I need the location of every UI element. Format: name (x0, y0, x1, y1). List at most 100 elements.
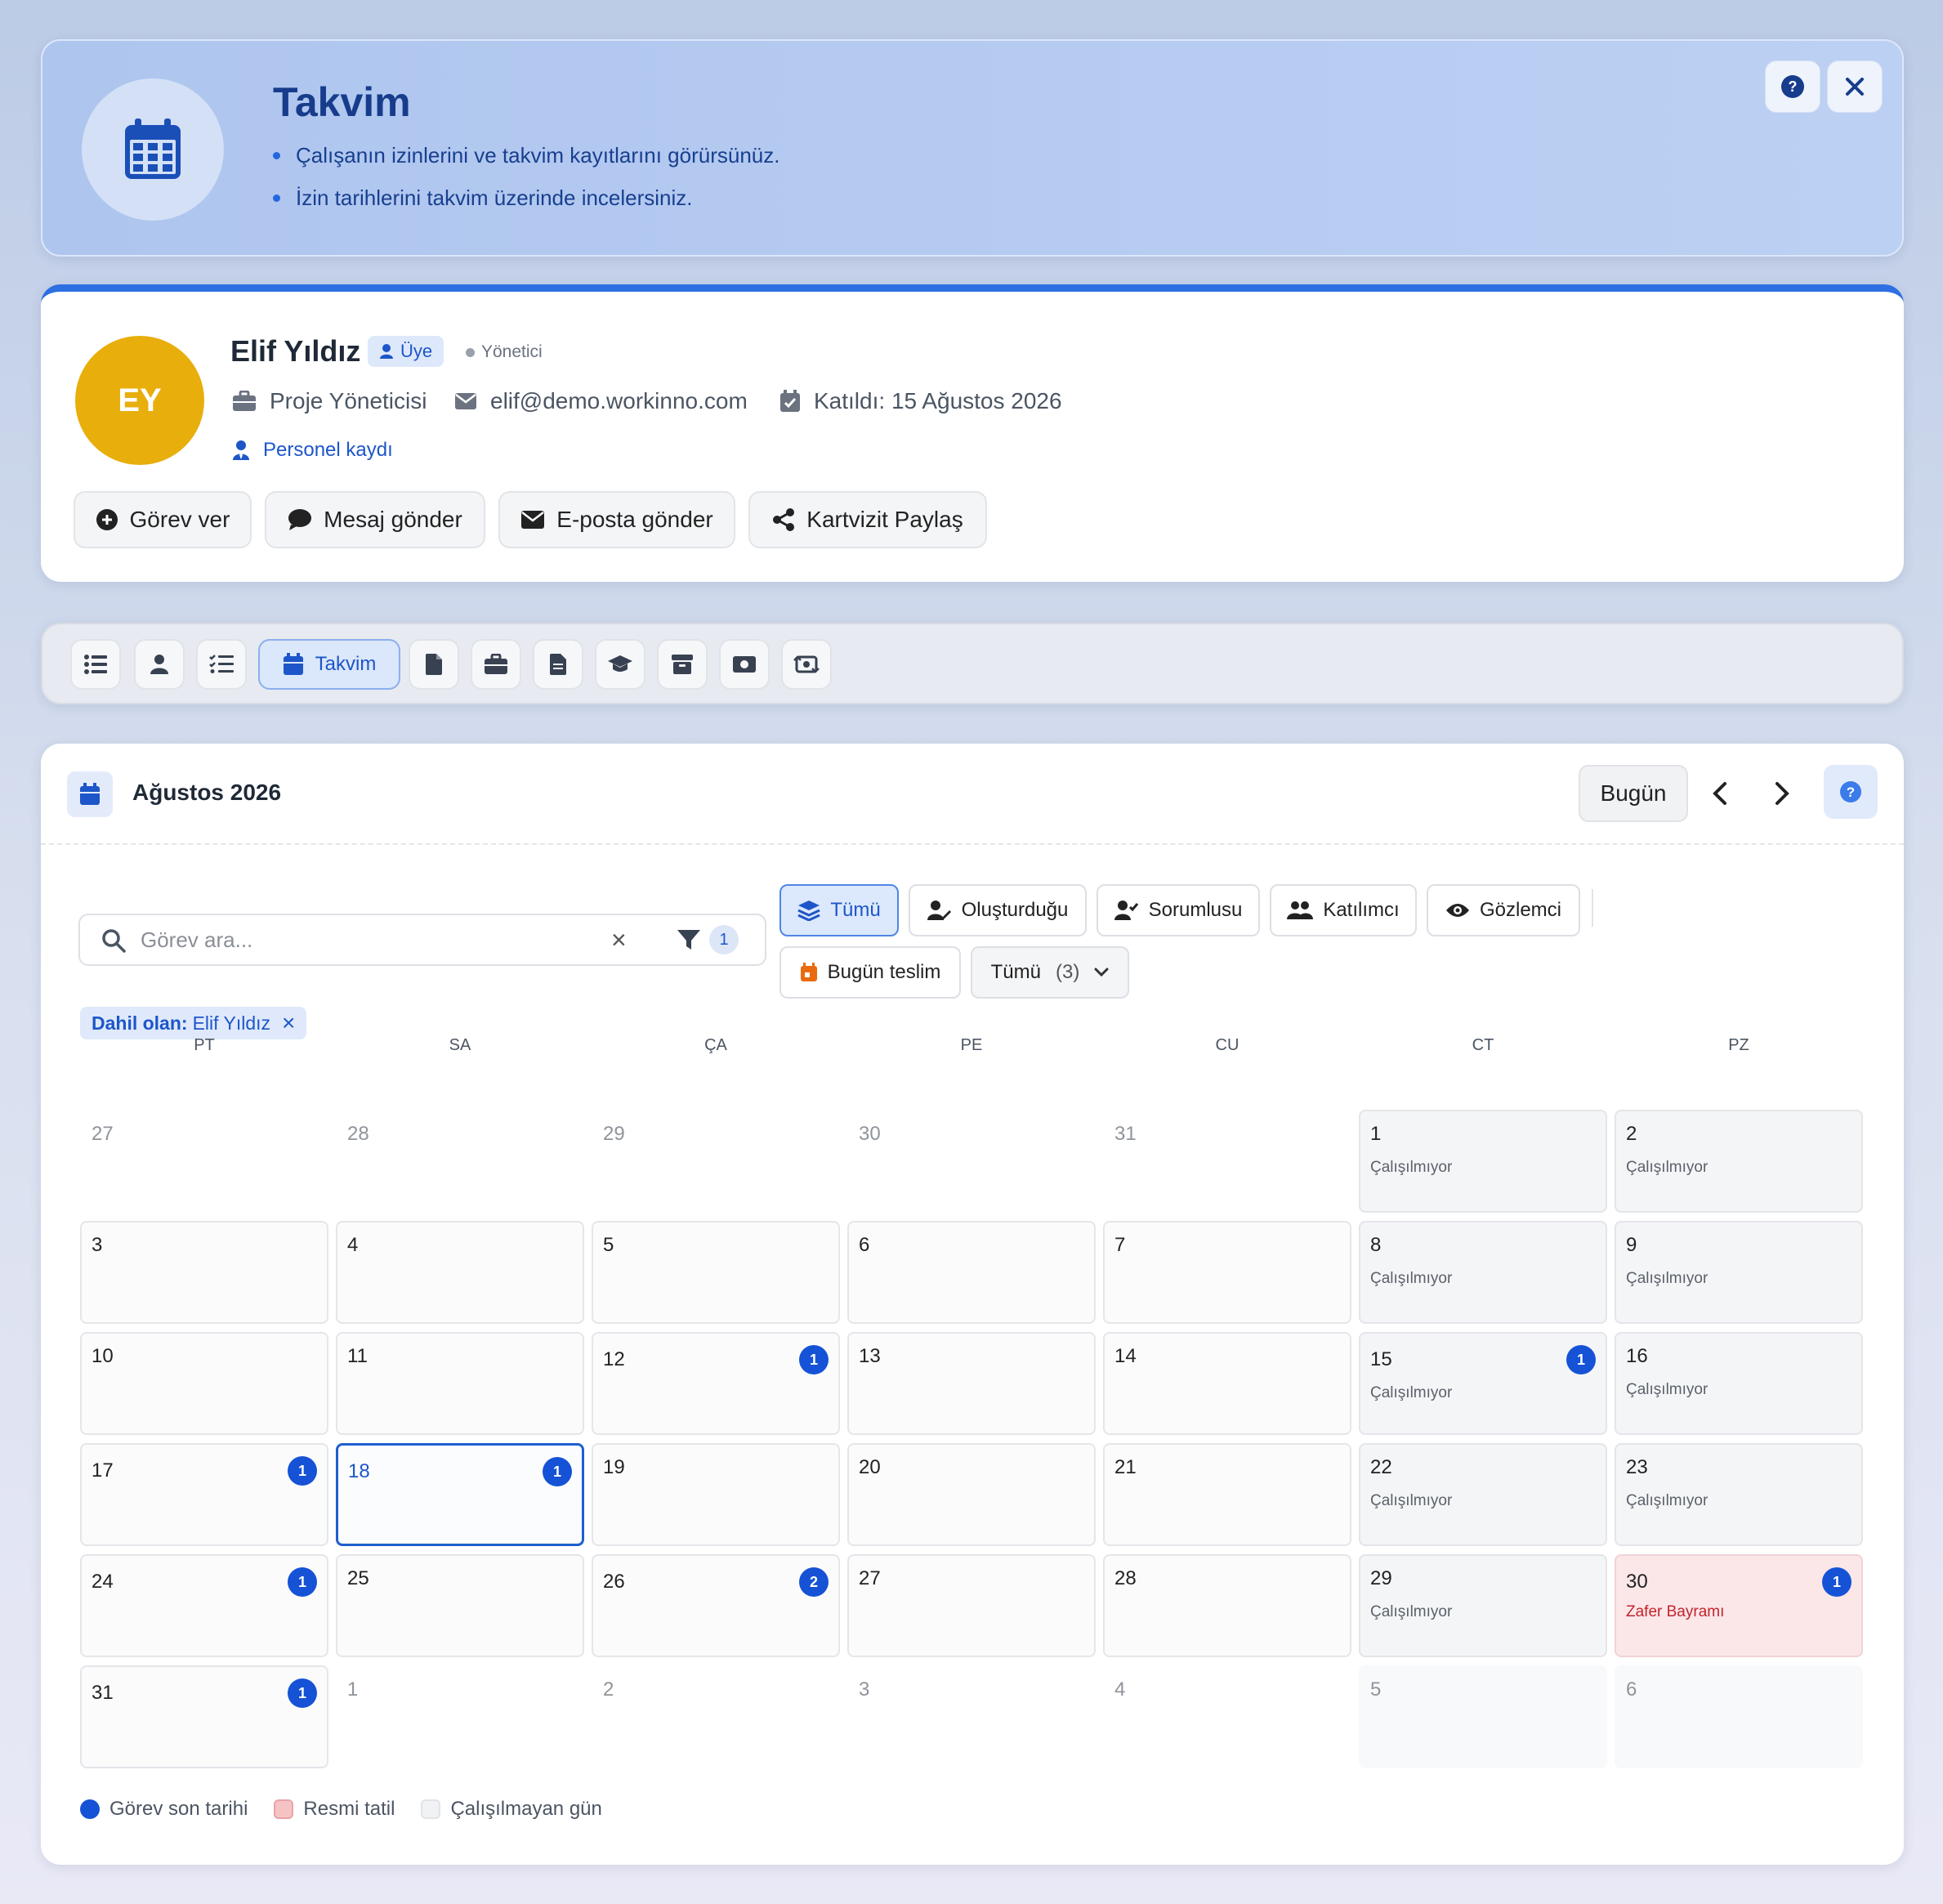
day-number: 1 (1370, 1123, 1382, 1145)
calendar-day[interactable]: 1 (336, 1665, 584, 1768)
clear-search-button[interactable]: × (611, 925, 627, 954)
calendar-day[interactable]: 15 Çalışılmıyor 1 (1359, 1332, 1607, 1435)
calendar-day[interactable]: 21 (1103, 1443, 1351, 1546)
calendar-day[interactable]: 31 1 (80, 1665, 328, 1768)
tab-calendar[interactable]: Takvim (258, 639, 400, 690)
remove-filter-icon[interactable]: × (282, 1010, 295, 1036)
calendar-day[interactable]: 10 (80, 1332, 328, 1435)
task-count-badge[interactable]: 1 (1566, 1345, 1596, 1374)
tab-education[interactable] (595, 639, 645, 690)
task-count-badge[interactable]: 1 (288, 1678, 317, 1708)
tab-documents[interactable] (533, 639, 583, 690)
share-icon (773, 508, 795, 531)
send-email-button[interactable]: E-posta gönder (498, 491, 735, 548)
calendar-day[interactable]: 6 (847, 1221, 1096, 1324)
day-number: 10 (92, 1345, 114, 1367)
calendar-day[interactable]: 19 (592, 1443, 840, 1546)
next-month-button[interactable] (1762, 773, 1802, 814)
filter-responsible-label: Sorumlusu (1148, 899, 1243, 921)
task-count-badge[interactable]: 1 (799, 1345, 829, 1374)
legend-due-label: Görev son tarihi (109, 1798, 248, 1820)
calendar-day[interactable]: 3 (847, 1665, 1096, 1768)
assign-task-button[interactable]: Görev ver (74, 491, 252, 548)
close-button[interactable] (1827, 60, 1883, 113)
filter-due-today-chip[interactable]: Bugün teslim (779, 946, 961, 999)
filter-all-chip[interactable]: Tümü (779, 884, 899, 936)
day-number: 2 (603, 1678, 614, 1701)
calendar-day[interactable]: 4 (1103, 1665, 1351, 1768)
today-button[interactable]: Bugün (1579, 765, 1688, 822)
calendar-day[interactable]: 28 (1103, 1554, 1351, 1657)
personnel-record-link[interactable]: Personel kaydı (232, 439, 393, 462)
calendar-day[interactable]: 13 (847, 1332, 1096, 1435)
calendar-day[interactable]: 11 (336, 1332, 584, 1435)
tab-file[interactable] (409, 639, 459, 690)
calendar-day[interactable]: 18 1 (336, 1443, 584, 1546)
search-input[interactable] (141, 920, 598, 959)
task-count-badge[interactable]: 1 (1822, 1567, 1851, 1597)
calendar-day[interactable]: 26 2 (592, 1554, 840, 1657)
filter-participant-chip[interactable]: Katılımcı (1270, 884, 1417, 936)
email: elif@demo.workinno.com (454, 388, 748, 414)
calendar-day[interactable]: 2 Çalışılmıyor (1615, 1110, 1863, 1213)
task-count-badge[interactable]: 1 (288, 1456, 317, 1486)
tab-calendar-label: Takvim (315, 653, 377, 675)
status-dropdown[interactable]: Tümü (3) (971, 946, 1129, 999)
weekday-label: SA (449, 1036, 471, 1054)
calendar-help-button[interactable]: ? (1824, 765, 1878, 819)
share-card-button[interactable]: Kartvizit Paylaş (748, 491, 987, 548)
filter-responsible-chip[interactable]: Sorumlusu (1097, 884, 1260, 936)
day-number: 16 (1626, 1345, 1648, 1367)
calendar-day[interactable]: 25 (336, 1554, 584, 1657)
task-count-badge[interactable]: 1 (288, 1567, 317, 1597)
calendar-day[interactable]: 22 Çalışılmıyor (1359, 1443, 1607, 1546)
send-message-button[interactable]: Mesaj gönder (265, 491, 485, 548)
tab-archive[interactable] (657, 639, 708, 690)
help-button[interactable]: ? (1765, 60, 1820, 113)
calendar-day[interactable]: 5 (1359, 1665, 1607, 1768)
calendar-day[interactable]: 1 Çalışılmıyor (1359, 1110, 1607, 1213)
calendar-day[interactable]: 17 1 (80, 1443, 328, 1546)
tab-payroll[interactable] (719, 639, 770, 690)
calendar-day[interactable]: 20 (847, 1443, 1096, 1546)
filter-created-chip[interactable]: Oluşturduğu (909, 884, 1087, 936)
day-number: 4 (347, 1234, 359, 1256)
calendar-day[interactable]: 4 (336, 1221, 584, 1324)
calendar-day[interactable]: 30 Zafer Bayramı 1 (1615, 1554, 1863, 1657)
user-edit-icon (927, 901, 951, 920)
calendar-day[interactable]: 5 (592, 1221, 840, 1324)
task-count-badge[interactable]: 1 (543, 1457, 572, 1486)
tab-tasks[interactable] (196, 639, 247, 690)
calendar-day[interactable]: 28 (336, 1110, 584, 1213)
prev-month-button[interactable] (1700, 773, 1740, 814)
calendar-day[interactable]: 2 (592, 1665, 840, 1768)
calendar-day[interactable]: 6 (1615, 1665, 1863, 1768)
calendar-day[interactable]: 14 (1103, 1332, 1351, 1435)
tab-list[interactable] (70, 639, 121, 690)
legend-off-swatch (421, 1799, 441, 1819)
calendar-day[interactable]: 16 Çalışılmıyor (1615, 1332, 1863, 1435)
calendar-day[interactable]: 8 Çalışılmıyor (1359, 1221, 1607, 1324)
tab-expenses[interactable] (781, 639, 832, 690)
tab-profile[interactable] (134, 639, 185, 690)
calendar-day[interactable]: 23 Çalışılmıyor (1615, 1443, 1863, 1546)
search-icon (102, 929, 126, 953)
calendar-day[interactable]: 27 (847, 1554, 1096, 1657)
calendar-day[interactable]: 27 (80, 1110, 328, 1213)
tab-work[interactable] (471, 639, 521, 690)
calendar-day[interactable]: 30 (847, 1110, 1096, 1213)
calendar-day[interactable]: 9 Çalışılmıyor (1615, 1221, 1863, 1324)
day-number: 31 (1114, 1123, 1137, 1145)
filter-observer-chip[interactable]: Gözlemci (1427, 884, 1580, 936)
calendar-day[interactable]: 3 (80, 1221, 328, 1324)
calendar-day[interactable]: 7 (1103, 1221, 1351, 1324)
day-number: 19 (603, 1456, 625, 1478)
calendar-day[interactable]: 12 1 (592, 1332, 840, 1435)
task-count-badge[interactable]: 2 (799, 1567, 829, 1597)
calendar-day[interactable]: 29 Çalışılmıyor (1359, 1554, 1607, 1657)
calendar-day[interactable]: 31 (1103, 1110, 1351, 1213)
calendar-day[interactable]: 24 1 (80, 1554, 328, 1657)
filter-button[interactable]: 1 (667, 923, 748, 956)
calendar-day[interactable]: 29 (592, 1110, 840, 1213)
day-number: 25 (347, 1567, 369, 1589)
